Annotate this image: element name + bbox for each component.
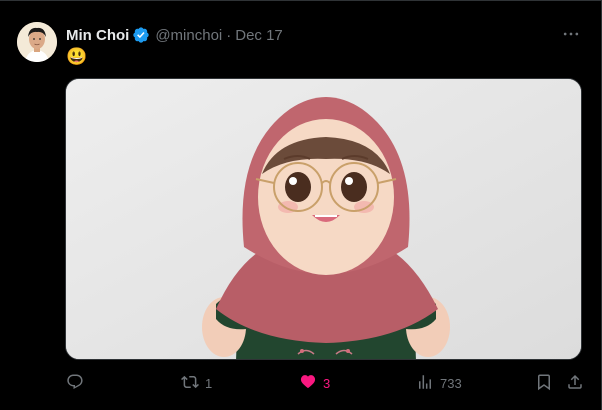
more-horizontal-icon[interactable]: [561, 24, 581, 44]
retweet-icon: [181, 373, 199, 394]
views-count: 733: [440, 375, 462, 391]
bookmark-button[interactable]: [535, 371, 553, 395]
views-chart-icon: [416, 373, 434, 394]
avatar[interactable]: [17, 22, 57, 62]
retweet-count: 1: [205, 375, 213, 391]
tweet-actions: 1 3 733: [66, 371, 586, 395]
heart-filled-icon: [299, 373, 317, 394]
separator-dot: ·: [226, 26, 232, 44]
verified-badge-icon: [132, 26, 150, 44]
bookmark-icon: [535, 373, 553, 394]
like-button[interactable]: 3: [299, 371, 330, 395]
tweet-header: Min Choi @minchoi · Dec 17: [66, 25, 283, 45]
tweet[interactable]: Min Choi @minchoi · Dec 17 😃 1 3 733: [0, 0, 601, 410]
author-name[interactable]: Min Choi: [66, 27, 129, 44]
tweet-text: 😃: [66, 47, 88, 66]
share-icon: [566, 373, 584, 394]
share-button[interactable]: [566, 371, 584, 395]
like-count: 3: [323, 375, 331, 391]
reply-icon: [66, 373, 84, 394]
views-button[interactable]: 733: [416, 371, 462, 395]
author-handle[interactable]: @minchoi: [155, 27, 222, 44]
reply-button[interactable]: [66, 371, 90, 395]
tweet-date[interactable]: Dec 17: [235, 27, 283, 44]
retweet-button[interactable]: 1: [181, 371, 212, 395]
tweet-media-image[interactable]: [65, 78, 582, 360]
